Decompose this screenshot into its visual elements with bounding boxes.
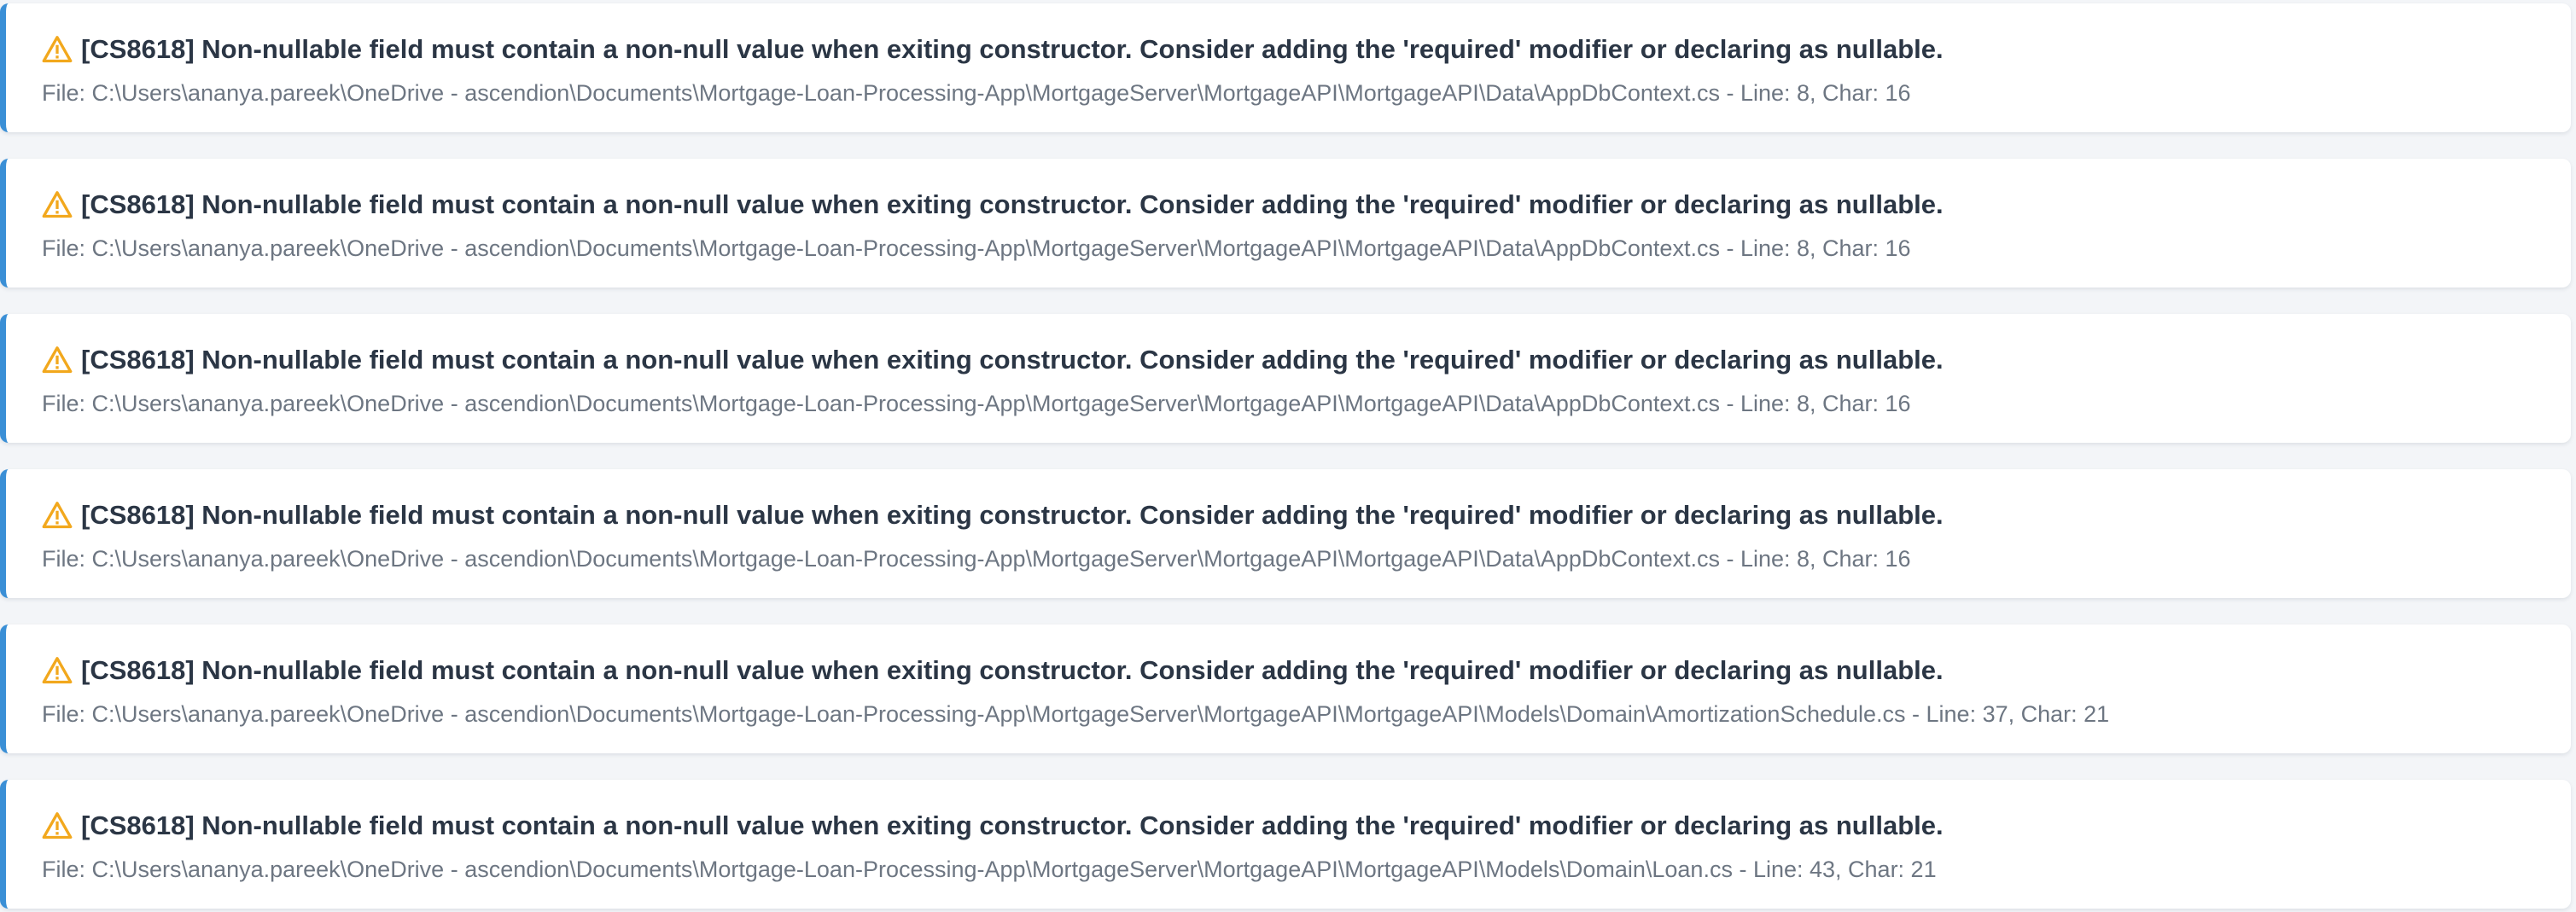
warning-icon: [42, 346, 73, 374]
warning-message: [CS8618] Non-nullable field must contain…: [81, 189, 1944, 219]
warning-message: [CS8618] Non-nullable field must contain…: [81, 345, 1944, 375]
warning-icon: [42, 191, 73, 218]
warning-icon: [42, 502, 73, 529]
warning-title: [CS8618] Non-nullable field must contain…: [42, 345, 1944, 375]
warning-file-location: File: C:\Users\ananya.pareek\OneDrive - …: [42, 857, 1937, 882]
warning-title: [CS8618] Non-nullable field must contain…: [42, 810, 1944, 841]
warning-title: [CS8618] Non-nullable field must contain…: [42, 189, 1944, 220]
warning-file-location: File: C:\Users\ananya.pareek\OneDrive - …: [42, 701, 2110, 727]
warning-title: [CS8618] Non-nullable field must contain…: [42, 500, 1944, 531]
warning-icon: [42, 36, 73, 63]
warnings-list: [CS8618] Non-nullable field must contain…: [0, 0, 2576, 912]
warning-message: [CS8618] Non-nullable field must contain…: [81, 655, 1944, 685]
warning-message: [CS8618] Non-nullable field must contain…: [81, 34, 1944, 64]
warning-message: [CS8618] Non-nullable field must contain…: [81, 810, 1944, 840]
warning-icon: [42, 812, 73, 839]
warning-title: [CS8618] Non-nullable field must contain…: [42, 655, 1944, 686]
warning-item[interactable]: [CS8618] Non-nullable field must contain…: [0, 469, 2571, 598]
warning-file-location: File: C:\Users\ananya.pareek\OneDrive - …: [42, 391, 1911, 416]
warning-item[interactable]: [CS8618] Non-nullable field must contain…: [0, 159, 2571, 288]
warning-title: [CS8618] Non-nullable field must contain…: [42, 34, 1944, 65]
warning-item[interactable]: [CS8618] Non-nullable field must contain…: [0, 3, 2571, 132]
warning-file-location: File: C:\Users\ananya.pareek\OneDrive - …: [42, 546, 1911, 572]
warning-item[interactable]: [CS8618] Non-nullable field must contain…: [0, 624, 2571, 753]
warning-file-location: File: C:\Users\ananya.pareek\OneDrive - …: [42, 80, 1911, 106]
warning-file-location: File: C:\Users\ananya.pareek\OneDrive - …: [42, 235, 1911, 261]
warning-icon: [42, 657, 73, 684]
warning-message: [CS8618] Non-nullable field must contain…: [81, 500, 1944, 530]
warning-item[interactable]: [CS8618] Non-nullable field must contain…: [0, 780, 2571, 909]
warning-item[interactable]: [CS8618] Non-nullable field must contain…: [0, 314, 2571, 443]
